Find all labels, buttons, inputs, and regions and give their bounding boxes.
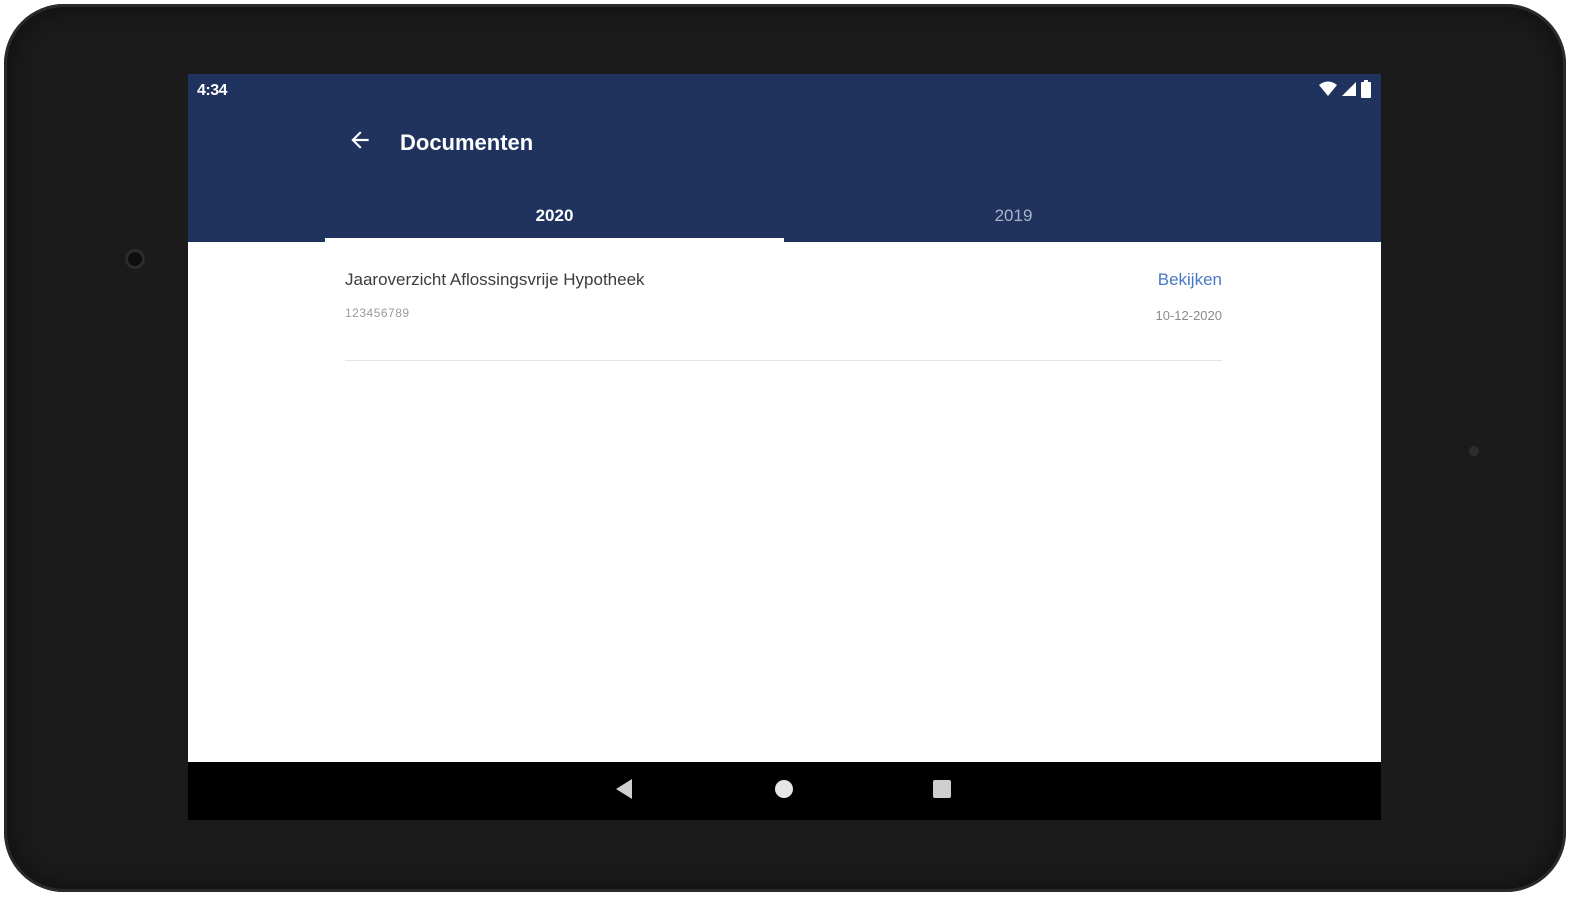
status-time: 4:34 (197, 82, 228, 99)
list-item: Jaaroverzicht Aflossingsvrije Hypotheek … (345, 260, 1222, 361)
app-bar: 4:34 Documenten 2020 2019 (188, 74, 1381, 242)
back-triangle-icon (614, 778, 634, 805)
document-title: Jaaroverzicht Aflossingsvrije Hypotheek (345, 270, 645, 289)
year-tabs: 2020 2019 (325, 190, 1243, 242)
device-screen: 4:34 Documenten 2020 2019 Jaaroverzicht … (188, 74, 1381, 820)
arrow-back-icon (347, 127, 373, 158)
system-nav-bar (188, 762, 1381, 820)
tab-2020[interactable]: 2020 (325, 190, 784, 242)
nav-recents-button[interactable] (927, 776, 957, 806)
tab-label: 2019 (994, 206, 1033, 225)
wifi-icon (1319, 81, 1337, 102)
battery-icon (1361, 79, 1371, 103)
home-circle-icon (773, 778, 795, 805)
document-date: 10-12-2020 (1155, 308, 1223, 323)
toolbar: Documenten (188, 114, 1381, 176)
tab-2019[interactable]: 2019 (784, 190, 1243, 242)
back-button[interactable] (338, 120, 382, 164)
documents-list: Jaaroverzicht Aflossingsvrije Hypotheek … (188, 242, 1381, 762)
recents-square-icon (931, 778, 953, 805)
tab-label: 2020 (535, 206, 574, 225)
view-document-link[interactable]: Bekijken (1158, 270, 1222, 290)
cell-signal-icon (1342, 81, 1356, 102)
front-camera (125, 249, 145, 269)
nav-back-button[interactable] (609, 776, 639, 806)
status-icons (1319, 79, 1371, 103)
nav-home-button[interactable] (769, 776, 799, 806)
status-bar: 4:34 (188, 74, 1381, 108)
proximity-sensor (1469, 446, 1479, 456)
document-number: 123456789 (345, 306, 410, 320)
page-title: Documenten (400, 130, 534, 155)
